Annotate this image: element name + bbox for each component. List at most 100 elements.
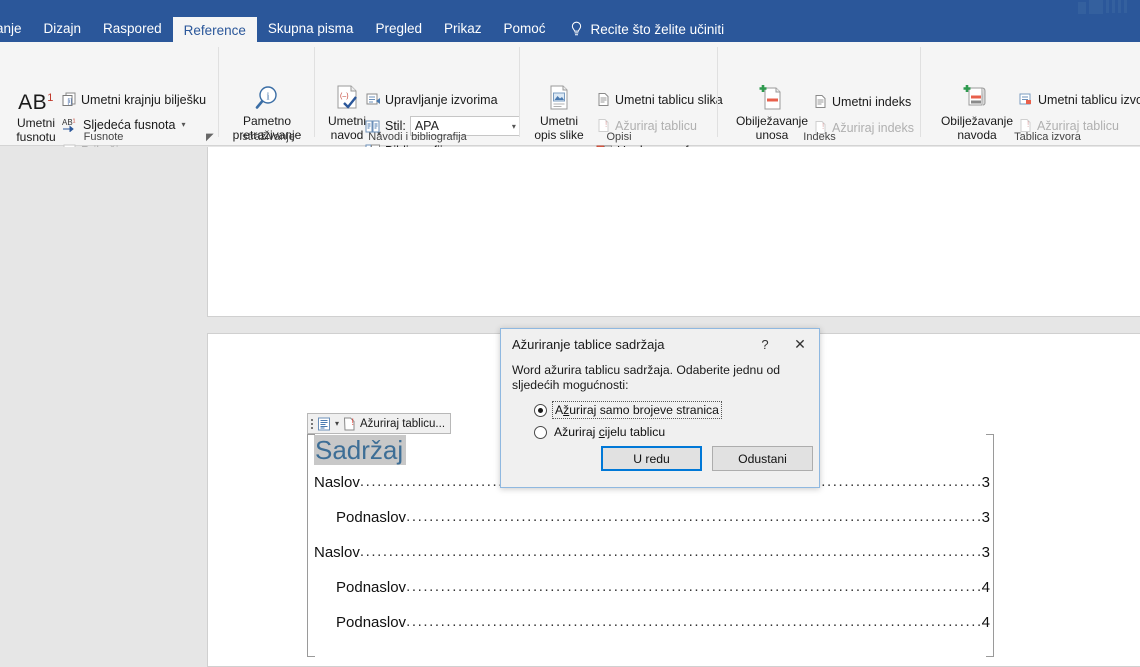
tab-label: Raspored: [103, 21, 162, 37]
mark-citation-icon: [963, 85, 986, 106]
toc-entry-page: 4: [981, 579, 990, 596]
drag-handle-icon[interactable]: [311, 418, 313, 429]
tab-pomoc[interactable]: Pomoć: [493, 14, 557, 44]
leader-dots: ........................................…: [359, 543, 982, 560]
group-label: Opisi: [606, 131, 632, 143]
svg-text:!: !: [605, 120, 607, 129]
cancel-button[interactable]: Odustani: [712, 446, 813, 471]
tab-reference[interactable]: Reference: [172, 17, 257, 45]
toc-entry[interactable]: Podnaslov ..............................…: [314, 578, 990, 596]
group-label: Navodi i bibliografija: [368, 131, 467, 143]
toc-entry-page: 4: [981, 614, 990, 631]
button-caption-line1: Obilježavanje: [940, 114, 1014, 128]
chevron-down-icon[interactable]: ▾: [181, 120, 185, 129]
tab-label: Reference: [183, 23, 246, 39]
insert-table-of-authorities-button[interactable]: Umetni tablicu izvo: [1018, 92, 1140, 107]
word-window: anje Dizajn Raspored Reference Skupna pi…: [0, 0, 1140, 667]
fusnote-dialog-launcher[interactable]: ◤: [206, 132, 214, 143]
row-label: Upravljanje izvorima: [385, 92, 498, 107]
toc-entry-text: Podnaslov: [336, 614, 407, 631]
radio-indicator[interactable]: [534, 425, 547, 439]
insert-table-of-figures-button[interactable]: Umetni tablicu slika: [596, 92, 723, 107]
smart-lookup-icon: i: [255, 86, 277, 109]
cc-left-bottom-tick: [307, 656, 315, 657]
group-label: Indeks: [803, 131, 836, 143]
document-page-1[interactable]: [207, 147, 1140, 317]
toc-entry-text: Naslov: [314, 474, 360, 491]
cc-right-bracket: [993, 434, 994, 657]
close-icon[interactable]: ✕: [781, 330, 819, 358]
tab-pregled[interactable]: Pregled: [364, 14, 433, 44]
radio-label: Ažuriraj samo brojeve stranica: [552, 401, 722, 419]
button-caption-line1: Umetni: [327, 114, 366, 128]
row-label: Umetni tablicu izvo: [1038, 92, 1140, 107]
cc-left-bracket: [307, 434, 308, 657]
dialog-message: Word ažurira tablicu sadržaja. Odaberite…: [512, 363, 781, 392]
tab-label: Skupna pisma: [267, 21, 354, 37]
chevron-down-icon[interactable]: ▾: [335, 419, 339, 428]
radio-indicator[interactable]: [534, 403, 547, 417]
toc-entry-page: 3: [981, 474, 990, 491]
button-caption-line1: Umetni: [539, 114, 578, 128]
ribbon-group-tablica-izvora: Obilježavanje navoda Umetni tablicu izvo…: [921, 42, 1140, 146]
update-toc-dialog[interactable]: Ažuriranje tablice sadržaja ? ✕ Word ažu…: [500, 328, 820, 488]
tab-anje[interactable]: anje: [0, 14, 33, 44]
win-bit-4: [1112, 0, 1115, 13]
tab-dizajn[interactable]: Dizajn: [33, 14, 93, 44]
radio-update-page-numbers[interactable]: Ažuriraj samo brojeve stranica: [534, 399, 808, 421]
toc-options-icon[interactable]: [317, 417, 331, 431]
dialog-titlebar: Ažuriranje tablice sadržaja ? ✕: [501, 329, 819, 359]
toc-control-toolbar[interactable]: ▾ ! Ažuriraj tablicu...: [307, 413, 452, 434]
toc-entry-text: Naslov: [314, 544, 360, 561]
toc-entry-text: Podnaslov: [336, 579, 407, 596]
manage-sources-button[interactable]: Upravljanje izvorima: [365, 92, 498, 107]
svg-text:i: i: [266, 91, 269, 103]
row-label: Umetni tablicu slika: [615, 92, 723, 107]
dialog-title: Ažuriranje tablice sadržaja: [512, 336, 665, 352]
tell-me-box[interactable]: Recite što želite učiniti: [569, 14, 725, 44]
dialog-buttons: U redu Odustani: [501, 446, 819, 471]
toc-entry-text: Podnaslov: [336, 509, 407, 526]
help-button[interactable]: ?: [749, 330, 781, 358]
tab-prikaz[interactable]: Prikaz: [433, 14, 493, 44]
ribbon-group-opisi: Umetni opis slike Umetni tablicu slika !…: [520, 42, 727, 158]
endnote-icon: [i]: [62, 92, 76, 106]
win-bit-5: [1118, 0, 1121, 13]
tab-raspored[interactable]: Raspored: [92, 14, 173, 44]
tab-label: Pomoć: [503, 21, 546, 37]
row-label: Umetni indeks: [832, 94, 912, 109]
toc-entry[interactable]: Podnaslov ..............................…: [314, 613, 990, 631]
leader-dots: ........................................…: [406, 578, 982, 595]
leader-dots: ........................................…: [406, 508, 982, 525]
radio-update-entire-table[interactable]: Ažuriraj cijelu tablicu: [534, 421, 808, 443]
svg-text:!: !: [1027, 120, 1029, 129]
ribbon-group-istrazivanje: i Pametno pretraživanje Istraživanje: [219, 42, 315, 146]
group-label: Fusnote: [83, 131, 124, 143]
cc-right-bottom-tick: [986, 656, 994, 657]
tell-me-label: Recite što želite učiniti: [590, 21, 725, 37]
insert-citation-icon: (–): [337, 85, 357, 109]
ribbon-group-fusnote: AB1 Umetni fusnotu [i] Umetni krajnju bi…: [0, 42, 219, 158]
toc-title: Sadržaj: [314, 435, 407, 465]
insert-table-of-figures-icon: [598, 93, 609, 106]
toc-toolbar-label[interactable]: Ažuriraj tablicu...: [360, 418, 445, 430]
tab-label: Pregled: [375, 21, 422, 37]
insert-index-icon: [815, 95, 826, 108]
tab-skupna-pisma[interactable]: Skupna pisma: [257, 14, 365, 44]
toc-entry[interactable]: Naslov .................................…: [314, 543, 990, 561]
ok-button[interactable]: U redu: [601, 446, 702, 471]
ab-footnote-icon: AB1: [18, 91, 54, 114]
lightbulb-icon: [571, 21, 581, 35]
mark-entry-icon: [759, 85, 781, 110]
group-label: Istraživanje: [239, 131, 295, 143]
win-bit-3: [1106, 0, 1109, 13]
insert-table-of-authorities-icon: [1019, 93, 1031, 105]
svg-text:[i]: [i]: [68, 99, 73, 105]
update-table-warning-icon[interactable]: !: [343, 417, 356, 431]
group-label: Tablica izvora: [1014, 131, 1081, 143]
toc-entry[interactable]: Podnaslov ..............................…: [314, 508, 990, 526]
button-caption-line1: Pametno: [242, 114, 292, 128]
insert-index-button[interactable]: Umetni indeks: [813, 94, 911, 109]
svg-text:!: !: [352, 417, 355, 427]
insert-endnote-button[interactable]: [i] Umetni krajnju bilješku: [62, 92, 206, 107]
